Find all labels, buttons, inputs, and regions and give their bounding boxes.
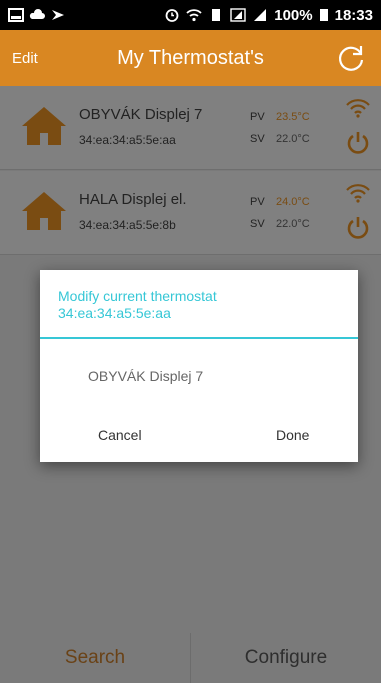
sv-value: 22.0°C — [276, 218, 310, 230]
wifi-icon — [346, 184, 370, 203]
cancel-button[interactable]: Cancel — [98, 427, 142, 443]
pv-label: PV — [250, 111, 265, 123]
refresh-icon[interactable] — [335, 42, 367, 74]
signal-sim1-icon — [230, 8, 246, 22]
dialog-title-line1: Modify current thermostat — [58, 288, 217, 304]
pv-value: 23.5°C — [276, 111, 310, 123]
thermostat-row[interactable]: HALA Displej el. 34:ea:34:a5:5e:8b PV 24… — [0, 171, 381, 255]
house-icon — [22, 107, 66, 145]
pv-label: PV — [250, 196, 265, 208]
thermostat-mac: 34:ea:34:a5:5e:aa — [79, 133, 176, 147]
thermostat-mac: 34:ea:34:a5:5e:8b — [79, 218, 176, 232]
gallery-notification-icon — [8, 8, 24, 22]
house-icon — [22, 192, 66, 230]
sv-value: 22.0°C — [276, 133, 310, 145]
status-right-icons: 100% 18:33 — [164, 7, 373, 24]
power-icon[interactable] — [345, 215, 371, 241]
thermostat-name-input[interactable]: OBYVÁK Displej 7 — [88, 368, 318, 384]
sim-icon — [212, 9, 221, 21]
thermostat-name: OBYVÁK Displej 7 — [79, 106, 203, 123]
page-title: My Thermostat's — [117, 46, 264, 69]
cloud-icon — [29, 9, 45, 19]
status-bar: 100% 18:33 — [0, 0, 381, 30]
tab-configure[interactable]: Configure — [190, 633, 381, 683]
edit-button[interactable]: Edit — [12, 50, 38, 67]
tab-search[interactable]: Search — [0, 633, 190, 683]
power-icon[interactable] — [345, 130, 371, 156]
dialog-divider — [40, 337, 358, 339]
sv-label: SV — [250, 133, 265, 145]
signal-sim2-icon — [254, 9, 267, 21]
battery-percent: 100% — [274, 6, 313, 24]
done-button[interactable]: Done — [276, 427, 309, 443]
status-left-icons — [8, 8, 66, 22]
wifi-status-icon — [186, 9, 202, 22]
modify-thermostat-dialog: Modify current thermostat 34:ea:34:a5:5e… — [40, 270, 358, 462]
alarm-icon — [165, 9, 179, 22]
dialog-title-line2: 34:ea:34:a5:5e:aa — [58, 305, 171, 321]
dialog-title: Modify current thermostat 34:ea:34:a5:5e… — [58, 288, 344, 322]
thermostat-name: HALA Displej el. — [79, 191, 187, 208]
battery-icon — [319, 9, 328, 21]
pv-value: 24.0°C — [276, 196, 310, 208]
app-bar: Edit My Thermostat's — [0, 30, 381, 86]
thermostat-row[interactable]: OBYVÁK Displej 7 34:ea:34:a5:5e:aa PV 23… — [0, 86, 381, 170]
clock: 18:33 — [334, 6, 373, 24]
wifi-icon — [346, 99, 370, 118]
flag-icon — [52, 10, 64, 20]
sv-label: SV — [250, 218, 265, 230]
bottom-tabs: Search Configure — [0, 633, 381, 683]
